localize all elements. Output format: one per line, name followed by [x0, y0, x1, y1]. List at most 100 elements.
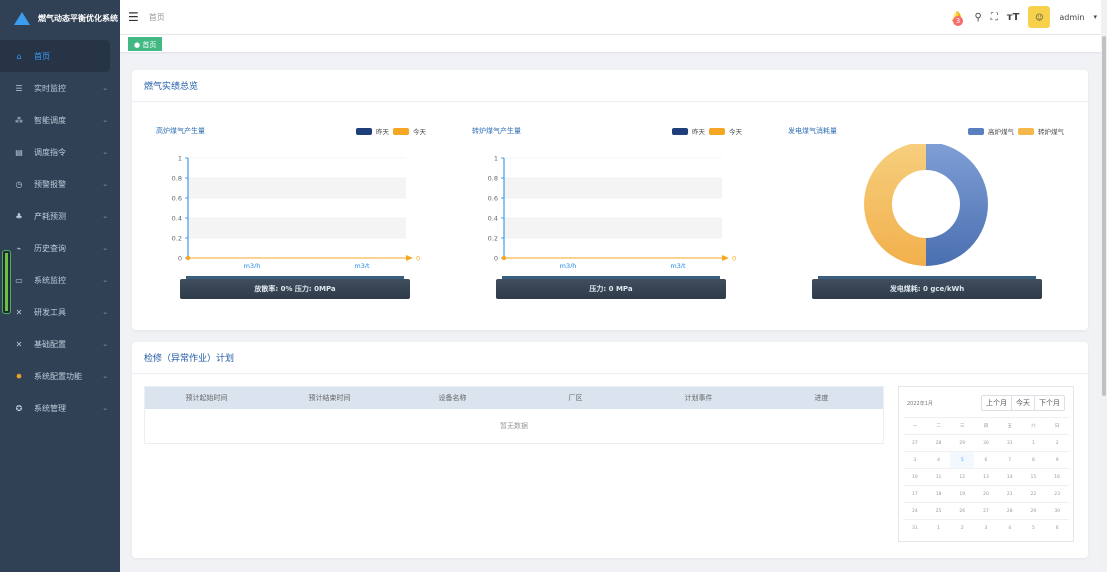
page-scrollbar[interactable]	[1101, 0, 1107, 572]
grid-band	[188, 218, 406, 238]
chevron-down-icon: ⌄	[102, 340, 108, 348]
sidebar-item[interactable]: ✕ 研发工具 ⌄	[0, 296, 120, 328]
calendar: 2022年1月 上个月 今天 下个月 一二三四五六日 27 28 29 30 31 1 2 3 4…	[898, 386, 1074, 542]
sidebar-item[interactable]: ✸ 系统配置功能 ⌄	[0, 360, 120, 392]
calendar-day[interactable]: 3	[974, 519, 998, 536]
calendar-day[interactable]: 1	[1021, 434, 1046, 451]
calendar-day[interactable]: 16	[1045, 468, 1069, 485]
calendar-day[interactable]: 21	[997, 485, 1022, 502]
calendar-day[interactable]: 23	[1045, 485, 1069, 502]
calendar-day[interactable]: 15	[1021, 468, 1046, 485]
calendar-day[interactable]: 14	[997, 468, 1022, 485]
calendar-day[interactable]: 4	[926, 451, 951, 468]
legend-swatch	[393, 127, 409, 135]
calendar-day[interactable]: 2	[1045, 434, 1069, 451]
prev-month-button[interactable]: 上个月	[982, 396, 1011, 410]
calendar-day[interactable]: 31	[997, 434, 1022, 451]
calendar-day[interactable]: 1	[926, 519, 951, 536]
y-tick-label: 0.2	[172, 235, 182, 243]
sidebar-item[interactable]: ♣ 产耗预测 ⌄	[0, 200, 120, 232]
calendar-day[interactable]: 8	[1021, 451, 1046, 468]
calendar-day[interactable]: 19	[950, 485, 975, 502]
calendar-day[interactable]: 27	[903, 434, 927, 451]
calendar-day[interactable]: 30	[1045, 502, 1069, 519]
sidebar-item-home[interactable]: ⌂ 首页	[0, 40, 110, 72]
sidebar-item[interactable]: ▭ 系统监控 ⌄	[0, 264, 120, 296]
chevron-down-icon: ⌄	[102, 276, 108, 284]
calendar-day[interactable]: 2	[950, 519, 975, 536]
calendar-day[interactable]: 28	[997, 502, 1022, 519]
calendar-day[interactable]: 5	[950, 451, 975, 468]
sidebar-item[interactable]: ⌁ 历史查询 ⌄	[0, 232, 120, 264]
calendar-weekday: 六	[1021, 417, 1046, 434]
home-icon: ⌂	[16, 51, 22, 61]
sidebar-scrollbar[interactable]	[2, 250, 11, 314]
legend-blast-furnace[interactable]: 昨天 今天	[356, 126, 426, 136]
calendar-day[interactable]: 4	[997, 519, 1022, 536]
star-icon: ✸	[15, 371, 23, 381]
calendar-day[interactable]: 24	[903, 502, 927, 519]
calendar-day[interactable]: 28	[926, 434, 951, 451]
hamburger-icon[interactable]: ☰	[128, 10, 139, 24]
y-tick-label: 0.4	[488, 215, 498, 223]
chevron-down-icon: ⌄	[102, 116, 108, 124]
breadcrumb[interactable]: 首页	[149, 12, 165, 23]
calendar-day[interactable]: 26	[950, 502, 975, 519]
list-icon: ☰	[15, 83, 23, 93]
chevron-down-icon: ⌄	[102, 84, 108, 92]
search-icon[interactable]: ⚲	[974, 12, 981, 23]
sidebar-item-label: 研发工具	[34, 307, 66, 317]
calendar-day[interactable]: 3	[903, 451, 927, 468]
sidebar-item-label: 首页	[34, 51, 50, 61]
app-logo[interactable]: 燃气动态平衡优化系统	[0, 0, 120, 36]
bell-icon[interactable]: 🔔3	[949, 12, 965, 26]
y-tick-label: 0.6	[488, 195, 498, 203]
sidebar-item[interactable]: ▤ 调度指令 ⌄	[0, 136, 120, 168]
legend-converter[interactable]: 昨天 今天	[672, 126, 742, 136]
next-month-button[interactable]: 下个月	[1034, 396, 1064, 410]
table-column-header: 预计起始时间	[185, 394, 228, 402]
calendar-day[interactable]: 13	[974, 468, 998, 485]
calendar-day[interactable]: 29	[950, 434, 975, 451]
calendar-day[interactable]: 30	[974, 434, 998, 451]
calendar-day[interactable]: 10	[903, 468, 927, 485]
calendar-day[interactable]: 29	[1021, 502, 1046, 519]
x-axis-label: m3/t	[354, 262, 370, 268]
sidebar-item[interactable]: ☰ 实时监控 ⌄	[0, 72, 120, 104]
calendar-nav: 上个月 今天 下个月	[981, 395, 1065, 411]
chevron-down-icon: ⌄	[102, 372, 108, 380]
calendar-day[interactable]: 7	[997, 451, 1022, 468]
calendar-day[interactable]: 27	[974, 502, 998, 519]
calendar-day[interactable]: 6	[1045, 519, 1069, 536]
chevron-down-icon[interactable]: ▾	[1093, 13, 1097, 21]
calendar-day[interactable]: 12	[950, 468, 975, 485]
chevron-down-icon: ⌄	[102, 404, 108, 412]
calendar-day[interactable]: 6	[974, 451, 998, 468]
calendar-day[interactable]: 31	[903, 519, 927, 536]
chevron-down-icon: ⌄	[102, 308, 108, 316]
calendar-day[interactable]: 5	[1021, 519, 1046, 536]
x-axis-label: m3/h	[560, 262, 577, 268]
calendar-day[interactable]: 9	[1045, 451, 1069, 468]
sidebar-item[interactable]: ◷ 预警报警 ⌄	[0, 168, 120, 200]
sidebar-item[interactable]: ⁂ 智能调度 ⌄	[0, 104, 120, 136]
calendar-day[interactable]: 11	[926, 468, 951, 485]
maintenance-title: 检修（异常作业）计划	[132, 342, 1088, 374]
sidebar-item[interactable]: ✕ 基础配置 ⌄	[0, 328, 120, 360]
today-button[interactable]: 今天	[1011, 396, 1034, 410]
calendar-day[interactable]: 22	[1021, 485, 1046, 502]
avatar[interactable]: ☺	[1028, 6, 1051, 28]
legend-power[interactable]: 高炉煤气 转炉煤气	[968, 126, 1064, 136]
tag-home[interactable]: ● 首页	[128, 37, 163, 51]
calendar-day[interactable]: 17	[903, 485, 927, 502]
tool-icon: ✕	[15, 307, 23, 317]
sidebar-item[interactable]: ✪ 系统管理 ⌄	[0, 392, 120, 424]
info-bar-blast-furnace: 放散率: 0% 压力: 0MPa	[180, 276, 410, 299]
calendar-day[interactable]: 18	[926, 485, 951, 502]
fullscreen-icon[interactable]: ⛶	[991, 12, 998, 23]
font-size-icon[interactable]: тT	[1007, 12, 1020, 23]
username[interactable]: admin	[1059, 13, 1084, 22]
calendar-day[interactable]: 20	[974, 485, 998, 502]
line-chart-blast-furnace: 1 0.8 0.6 0.4 0.2 0 0 m3/h m3/t	[172, 155, 420, 269]
calendar-day[interactable]: 25	[926, 502, 951, 519]
